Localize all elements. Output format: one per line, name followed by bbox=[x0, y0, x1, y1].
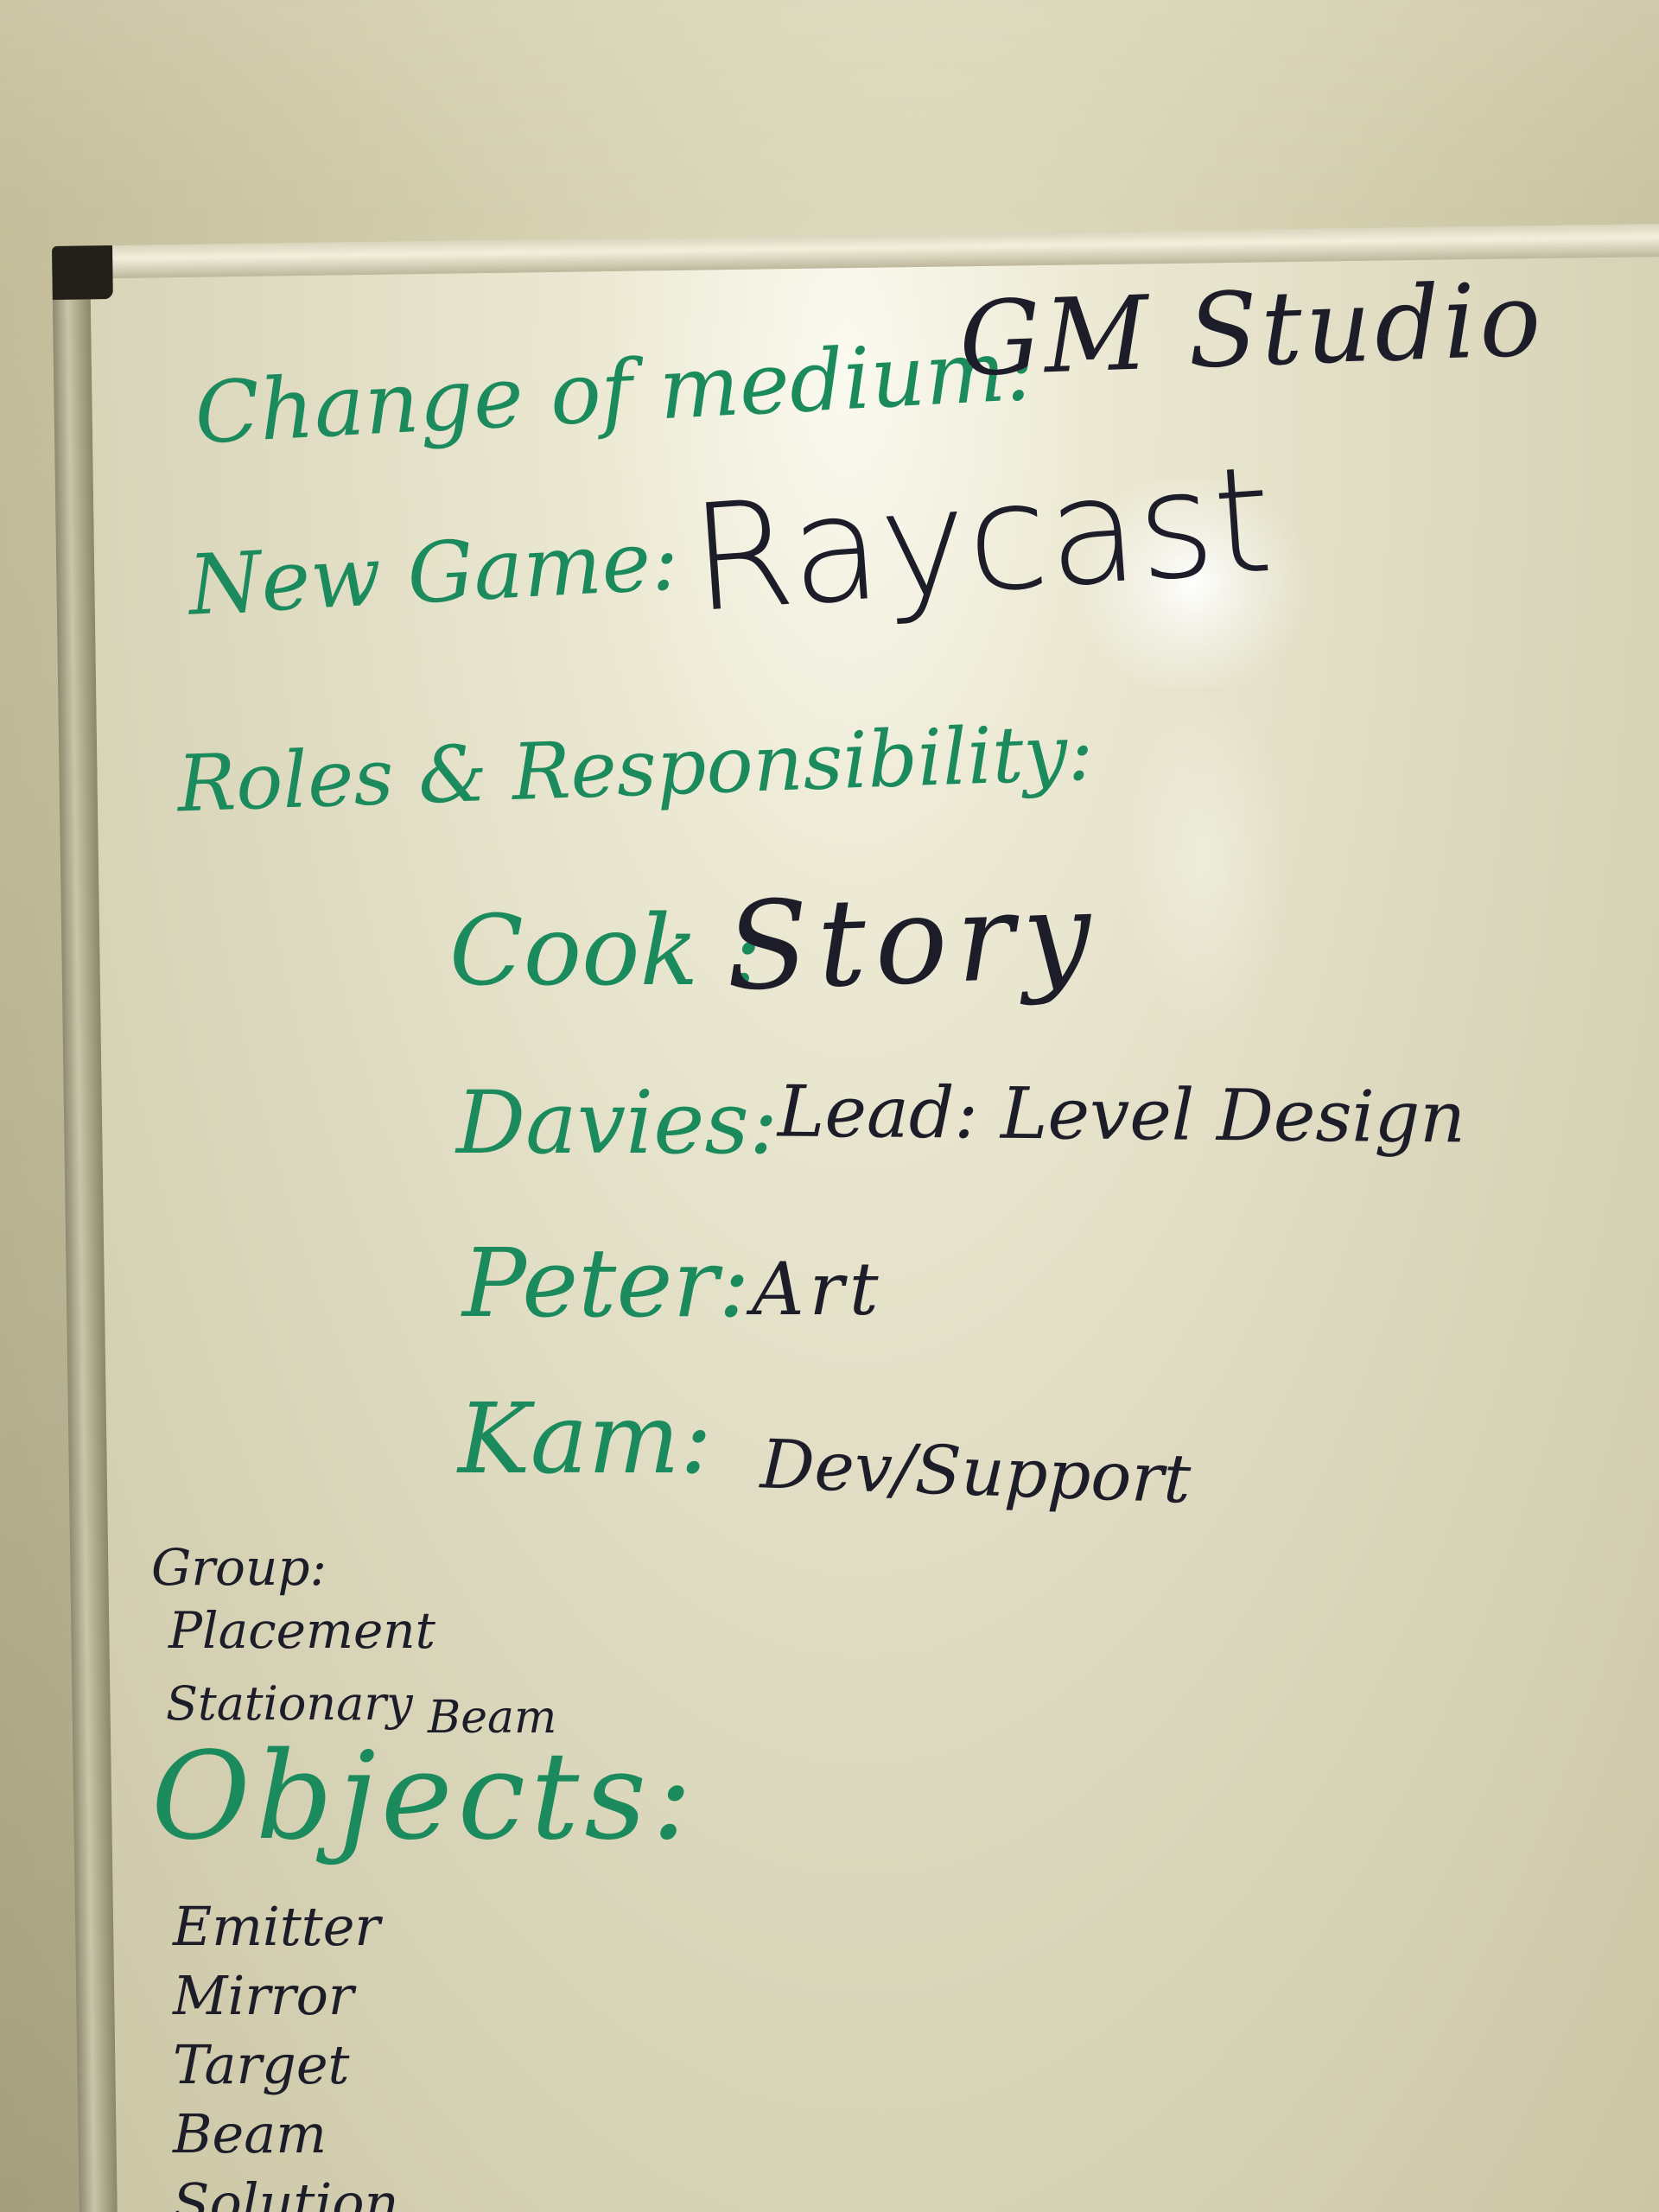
light-reflection bbox=[1116, 677, 1294, 1042]
whiteboard-corner-cap bbox=[52, 245, 113, 300]
role-name-cook: Cook : bbox=[449, 895, 762, 1007]
object-item-beam: Beam bbox=[173, 2102, 327, 2165]
object-item-solution: Solution bbox=[173, 2171, 399, 2212]
new-game-label: New Game: bbox=[186, 512, 682, 634]
object-item-emitter: Emitter bbox=[173, 1895, 381, 1958]
object-item-target: Target bbox=[173, 2033, 350, 2096]
role-name-peter: Peter: bbox=[462, 1228, 751, 1338]
objects-heading: Objects: bbox=[151, 1726, 698, 1867]
role-value-dev-support: Dev/Support bbox=[759, 1426, 1192, 1519]
role-value-story: Story bbox=[723, 864, 1103, 1019]
group-label: Group: bbox=[151, 1538, 327, 1597]
group-item-placement: Placement bbox=[168, 1601, 435, 1660]
role-name-kam: Kam: bbox=[458, 1383, 713, 1496]
new-game-title: Raycast bbox=[685, 434, 1278, 646]
role-name-davies: Davies: bbox=[456, 1072, 779, 1173]
objects-list: Emitter Mirror Target Beam Solution bbox=[173, 1892, 399, 2212]
role-value-level-design: Lead: Level Design bbox=[777, 1071, 1466, 1160]
object-item-mirror: Mirror bbox=[173, 1964, 354, 2027]
group-item-stationary: Stationary bbox=[166, 1676, 413, 1731]
role-value-art: Art bbox=[752, 1247, 884, 1332]
medium-value: GM Studio bbox=[957, 259, 1547, 399]
